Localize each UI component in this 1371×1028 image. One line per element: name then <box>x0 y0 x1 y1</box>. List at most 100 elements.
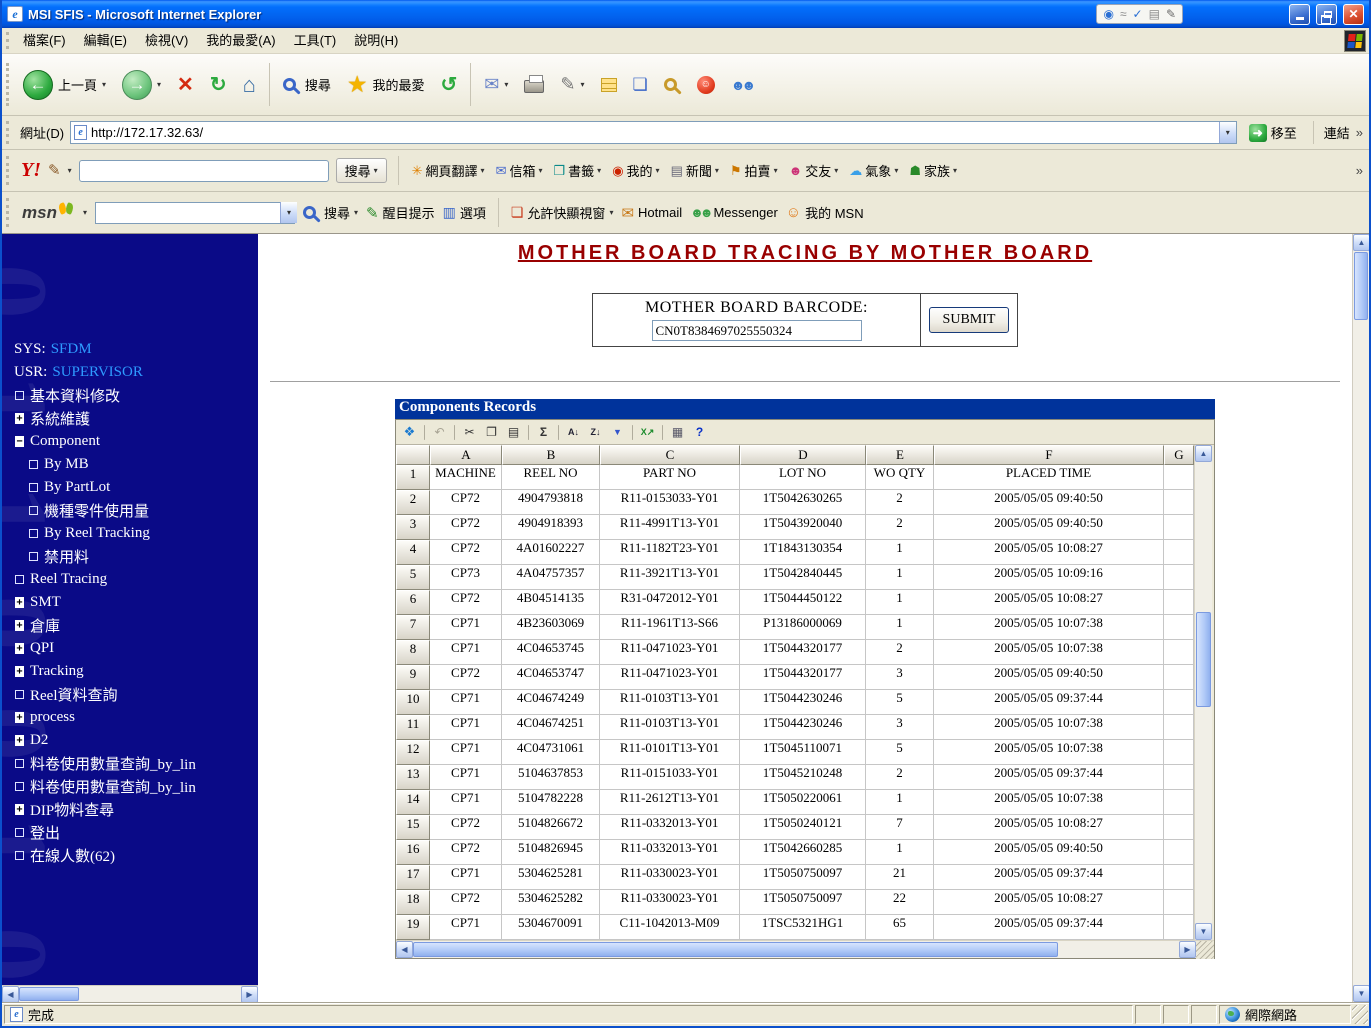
yahoo-item-dropdown-icon[interactable] <box>774 166 778 175</box>
sheet-cell[interactable]: 1T5050240121 <box>740 815 866 840</box>
sheet-cell[interactable]: 1 <box>866 840 934 865</box>
msn-search-caret-icon[interactable] <box>354 208 358 217</box>
sheet-cell[interactable] <box>1164 515 1194 540</box>
minimize-button[interactable] <box>1289 3 1310 25</box>
sheet-cell[interactable]: 2005/05/05 09:37:44 <box>934 915 1164 940</box>
menu-item[interactable]: 編輯(E) <box>75 29 136 53</box>
toolbar-grip[interactable] <box>6 156 9 185</box>
sheet-cell[interactable]: 2005/05/05 10:07:38 <box>934 790 1164 815</box>
sheet-cell[interactable]: 2005/05/05 09:37:44 <box>934 765 1164 790</box>
addon-toolbar-icon[interactable]: ◉ <box>1103 8 1113 20</box>
edit-button[interactable] <box>553 61 591 109</box>
yahoo-search-dropdown-icon[interactable] <box>374 166 378 175</box>
sheet-cell[interactable]: CP72 <box>430 815 502 840</box>
sheet-cell[interactable] <box>1164 715 1194 740</box>
sheet-cell[interactable] <box>1164 915 1194 940</box>
sheet-cell[interactable]: 4904918393 <box>502 515 600 540</box>
sheet-cell[interactable]: 3 <box>866 665 934 690</box>
sheet-cell[interactable]: CP72 <box>430 490 502 515</box>
sidebar-item[interactable]: 料卷使用數量查詢_by_lin <box>2 775 258 798</box>
scroll-right-button[interactable] <box>1179 941 1196 958</box>
sheet-cell[interactable]: 1 <box>866 590 934 615</box>
sheet-cell[interactable]: CP71 <box>430 790 502 815</box>
column-header[interactable]: A <box>430 445 502 465</box>
scroll-left-button[interactable] <box>396 941 413 958</box>
yahoo-item-dropdown-icon[interactable] <box>715 166 719 175</box>
sheet-cell[interactable] <box>1164 565 1194 590</box>
sheet-cell[interactable]: R11-1961T13-S66 <box>600 615 740 640</box>
sheet-cell[interactable]: R11-0332013-Y01 <box>600 840 740 865</box>
sheet-cell[interactable]: R11-0103T13-Y01 <box>600 715 740 740</box>
yahoo-pen-dropdown-icon[interactable] <box>68 166 72 175</box>
sheet-cell[interactable]: R11-2612T13-Y01 <box>600 790 740 815</box>
forward-button[interactable]: → <box>115 61 168 109</box>
row-number-cell[interactable]: 5 <box>396 565 430 590</box>
yahoo-toolbar-item[interactable]: ✳ 網頁翻譯 <box>410 159 487 182</box>
tree-node-icon[interactable] <box>14 689 25 700</box>
page-vertical-scrollbar[interactable] <box>1352 234 1369 1002</box>
sheet-cell[interactable]: 4C04731061 <box>502 740 600 765</box>
sheet-cell[interactable] <box>1164 540 1194 565</box>
sheet-cell[interactable]: 2005/05/05 10:07:38 <box>934 615 1164 640</box>
menu-item[interactable]: 說明(H) <box>345 29 407 53</box>
menu-item[interactable]: 我的最愛(A) <box>197 29 284 53</box>
sidebar-item[interactable]: QPI <box>2 637 258 660</box>
spreadsheet-toolbar-icon[interactable]: Z↓ <box>585 423 606 442</box>
sheet-cell[interactable]: 2005/05/05 10:09:16 <box>934 565 1164 590</box>
yahoo-toolbar-item[interactable]: ☻ 交友 <box>787 159 841 182</box>
row-number-cell[interactable]: 6 <box>396 590 430 615</box>
sheet-cell[interactable]: 4B23603069 <box>502 615 600 640</box>
sheet-cell[interactable]: 5104637853 <box>502 765 600 790</box>
tree-node-icon[interactable] <box>14 597 25 608</box>
home-button[interactable] <box>236 61 263 109</box>
sheet-resize-grip[interactable] <box>1196 941 1214 959</box>
spreadsheet-toolbar-icon[interactable]: ▤ <box>503 423 524 442</box>
sheet-cell[interactable]: 2005/05/05 09:40:50 <box>934 515 1164 540</box>
menu-item[interactable]: 工具(T) <box>285 29 346 53</box>
sheet-cell[interactable]: 65 <box>866 915 934 940</box>
yahoo-messenger-button[interactable] <box>690 61 722 109</box>
sidebar-item[interactable]: 禁用料 <box>2 545 258 568</box>
spreadsheet-toolbar-icon[interactable] <box>454 424 455 440</box>
tree-node-icon[interactable] <box>28 551 39 562</box>
scroll-up-button[interactable] <box>1195 445 1212 462</box>
column-header[interactable]: F <box>934 445 1164 465</box>
sheet-cell[interactable]: 1T5042630265 <box>740 490 866 515</box>
back-button[interactable]: ← 上一頁 <box>16 61 113 109</box>
row-number-cell[interactable]: 3 <box>396 515 430 540</box>
sheet-cell[interactable]: CP71 <box>430 715 502 740</box>
yahoo-toolbar-item[interactable]: ◉ 我的 <box>610 159 661 182</box>
yahoo-item-dropdown-icon[interactable] <box>597 166 601 175</box>
column-header[interactable]: E <box>866 445 934 465</box>
yahoo-search-button[interactable]: 搜尋 <box>335 158 387 183</box>
tree-node-icon[interactable] <box>28 528 39 539</box>
yahoo-toolbar-item[interactable]: ⚑ 拍賣 <box>728 159 780 182</box>
msn-search-button[interactable]: 搜尋 <box>302 203 358 222</box>
row-number-cell[interactable]: 16 <box>396 840 430 865</box>
sheet-cell[interactable]: CP72 <box>430 515 502 540</box>
row-number-cell[interactable]: 10 <box>396 690 430 715</box>
sheet-cell[interactable] <box>1164 640 1194 665</box>
sheet-cell[interactable]: R11-0153033-Y01 <box>600 490 740 515</box>
spreadsheet-toolbar-icon[interactable]: Σ <box>533 423 554 442</box>
msn-hotmail-button[interactable]: Hotmail <box>621 204 682 222</box>
sheet-cell[interactable]: 5304625281 <box>502 865 600 890</box>
sheet-cell[interactable]: R11-0151033-Y01 <box>600 765 740 790</box>
sidebar-item[interactable]: Reel資料查詢 <box>2 683 258 706</box>
sheet-cell[interactable]: CP71 <box>430 690 502 715</box>
column-header[interactable]: C <box>600 445 740 465</box>
row-number-cell[interactable]: 12 <box>396 740 430 765</box>
sheet-cell[interactable]: 4C04653747 <box>502 665 600 690</box>
tree-node-icon[interactable] <box>14 643 25 654</box>
close-button[interactable]: ✕ <box>1343 3 1364 25</box>
sheet-cell[interactable]: 1T1843130354 <box>740 540 866 565</box>
tree-node-icon[interactable] <box>14 850 25 861</box>
sheet-cell[interactable]: 7 <box>866 815 934 840</box>
select-all-corner[interactable] <box>396 445 430 465</box>
sheet-cell[interactable]: CP72 <box>430 890 502 915</box>
addon-toolbar-icon[interactable]: ✓ <box>1133 8 1143 20</box>
sheet-cell[interactable]: CP72 <box>430 540 502 565</box>
msn-options-button[interactable]: 選項 <box>443 203 486 222</box>
spreadsheet-toolbar-icon[interactable]: ↶ <box>429 423 450 442</box>
sheet-cell[interactable] <box>1164 615 1194 640</box>
